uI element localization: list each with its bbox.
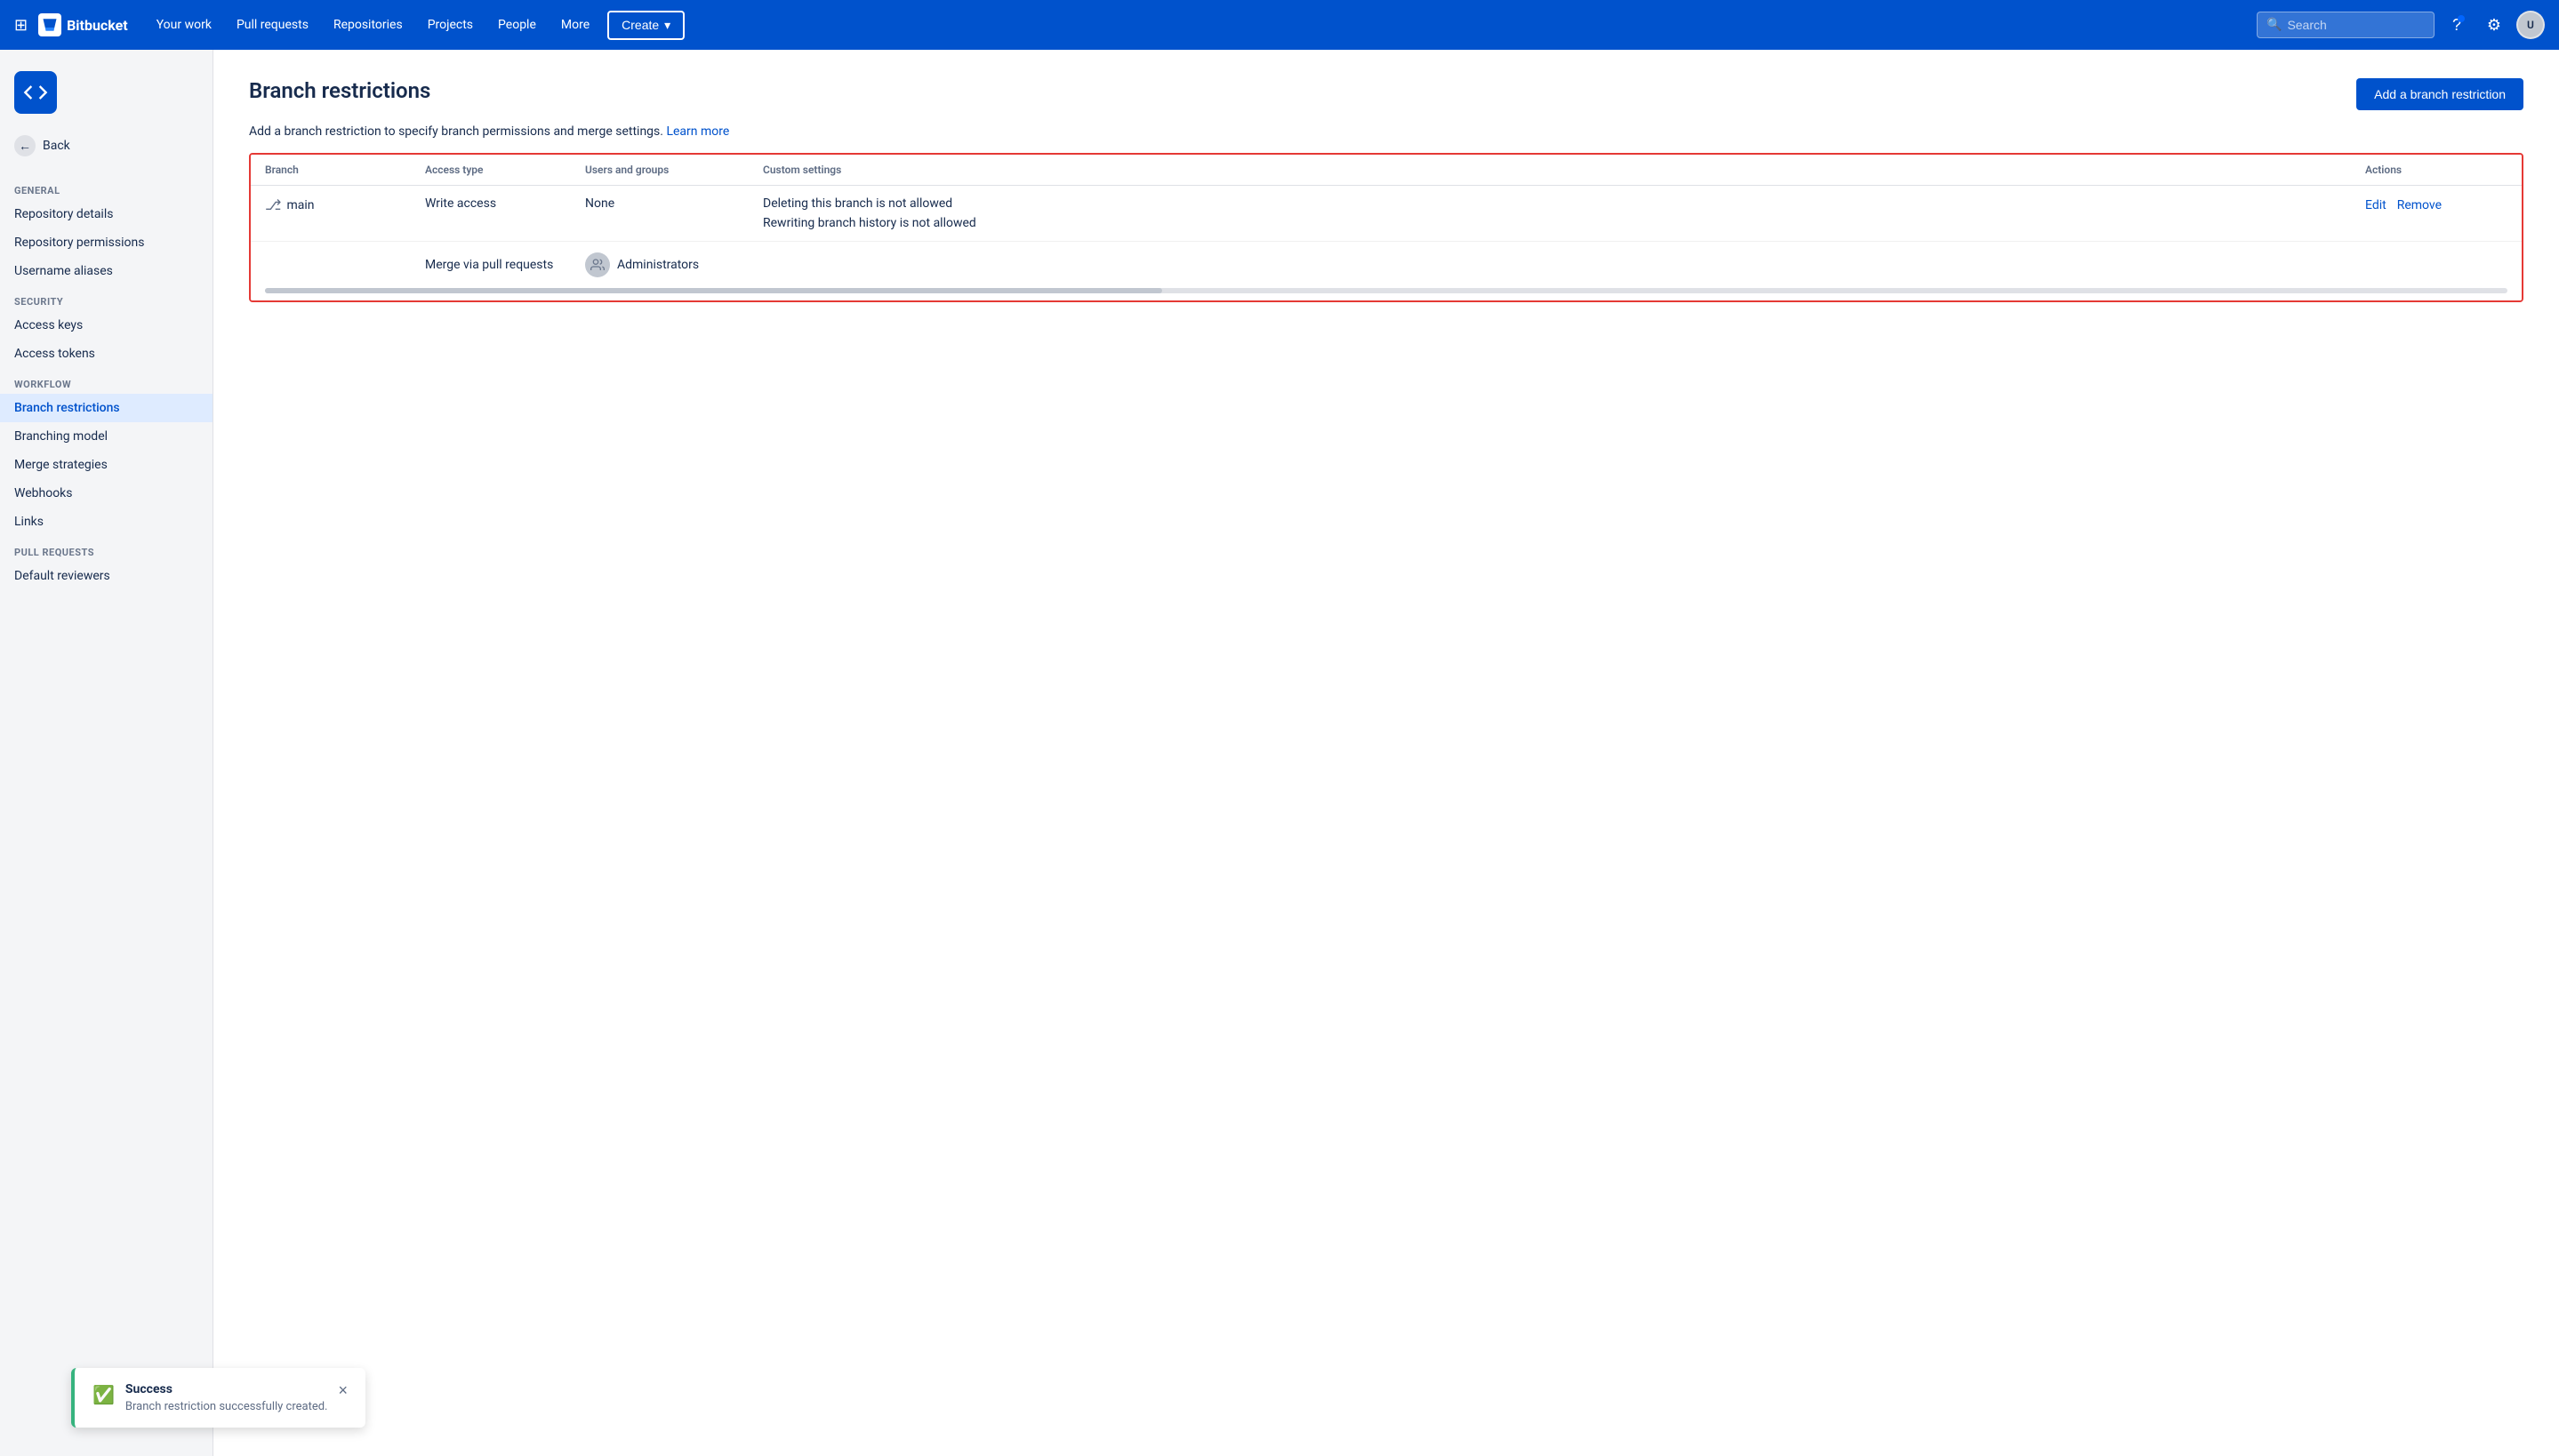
branch-icon: ⎇ xyxy=(265,196,281,213)
page-header: Branch restrictions Add a branch restric… xyxy=(249,78,2523,110)
search-box[interactable]: 🔍 xyxy=(2257,12,2435,38)
page-description: Add a branch restriction to specify bran… xyxy=(249,124,2523,139)
app-layout: ← Back GENERAL Repository details Reposi… xyxy=(0,50,2559,1456)
navbar: ⊞ Bitbucket Your work Pull requests Repo… xyxy=(0,0,2559,50)
users-groups-write: None xyxy=(585,196,763,211)
nav-more[interactable]: More xyxy=(550,11,600,39)
custom-settings-cell: Deleting this branch is not allowed Rewr… xyxy=(763,196,2365,230)
search-icon: 🔍 xyxy=(2266,18,2282,32)
section-label-security: SECURITY xyxy=(0,285,213,311)
toast-message: Branch restriction successfully created. xyxy=(125,1400,328,1413)
access-type-merge: Merge via pull requests xyxy=(425,258,585,272)
col-access-type: Access type xyxy=(425,164,585,176)
section-label-pull-requests: PULL REQUESTS xyxy=(0,536,213,562)
back-button[interactable]: ← Back xyxy=(0,128,213,164)
sidebar-item-branch-restrictions[interactable]: Branch restrictions xyxy=(0,394,213,422)
logo-icon xyxy=(38,13,61,36)
back-label: Back xyxy=(43,139,70,153)
nav-repositories[interactable]: Repositories xyxy=(323,11,413,39)
sidebar-item-branching-model[interactable]: Branching model xyxy=(0,422,213,451)
group-icon xyxy=(585,252,610,277)
access-type-write: Write access xyxy=(425,196,585,211)
learn-more-link[interactable]: Learn more xyxy=(666,124,729,139)
logo[interactable]: Bitbucket xyxy=(38,13,128,36)
remove-link[interactable]: Remove xyxy=(2397,198,2442,212)
add-branch-restriction-button[interactable]: Add a branch restriction xyxy=(2356,78,2523,110)
group-cell: Administrators xyxy=(585,252,763,277)
toast-success-icon: ✅ xyxy=(92,1384,115,1405)
edit-link[interactable]: Edit xyxy=(2365,198,2387,212)
nav-projects[interactable]: Projects xyxy=(417,11,484,39)
create-button[interactable]: Create ▾ xyxy=(607,11,685,40)
help-button[interactable]: ? xyxy=(2442,10,2472,40)
main-content: Branch restrictions Add a branch restric… xyxy=(213,50,2559,1456)
chevron-down-icon: ▾ xyxy=(664,18,670,33)
actions-cell: Edit Remove xyxy=(2365,196,2507,212)
sidebar-item-links[interactable]: Links xyxy=(0,508,213,536)
nav-pull-requests[interactable]: Pull requests xyxy=(226,11,319,39)
toast-title: Success xyxy=(125,1382,328,1396)
sidebar-item-repo-permissions[interactable]: Repository permissions xyxy=(0,228,213,257)
table-row: ⎇ main Write access None Deleting this b… xyxy=(251,186,2522,242)
settings-button[interactable]: ⚙ xyxy=(2479,10,2509,40)
sidebar: ← Back GENERAL Repository details Reposi… xyxy=(0,50,213,1456)
col-users-groups: Users and groups xyxy=(585,164,763,176)
section-label-workflow: WORKFLOW xyxy=(0,368,213,394)
page-title: Branch restrictions xyxy=(249,78,430,103)
col-branch: Branch xyxy=(265,164,425,176)
sidebar-item-webhooks[interactable]: Webhooks xyxy=(0,479,213,508)
grid-icon[interactable]: ⊞ xyxy=(14,16,28,35)
toast-close-button[interactable]: × xyxy=(338,1382,348,1398)
gear-icon: ⚙ xyxy=(2487,16,2501,35)
sidebar-item-merge-strategies[interactable]: Merge strategies xyxy=(0,451,213,479)
col-actions: Actions xyxy=(2365,164,2507,176)
custom-setting-1: Deleting this branch is not allowed xyxy=(763,196,2365,211)
main-nav: Your work Pull requests Repositories Pro… xyxy=(146,11,686,40)
restrictions-table: Branch Access type Users and groups Cust… xyxy=(249,153,2523,302)
scrollbar-track xyxy=(265,288,2507,293)
sidebar-item-default-reviewers[interactable]: Default reviewers xyxy=(0,562,213,590)
table-header: Branch Access type Users and groups Cust… xyxy=(251,155,2522,186)
branch-cell: ⎇ main xyxy=(265,196,425,213)
sidebar-item-username-aliases[interactable]: Username aliases xyxy=(0,257,213,285)
nav-people[interactable]: People xyxy=(487,11,547,39)
merge-row: Merge via pull requests Administrators xyxy=(251,242,2522,288)
sidebar-item-repo-details[interactable]: Repository details xyxy=(0,200,213,228)
branch-name: main xyxy=(286,198,314,212)
sidebar-item-access-keys[interactable]: Access keys xyxy=(0,311,213,340)
custom-setting-2: Rewriting branch history is not allowed xyxy=(763,216,2365,230)
toast-notification: ✅ Success Branch restriction successfull… xyxy=(71,1368,365,1428)
sidebar-item-access-tokens[interactable]: Access tokens xyxy=(0,340,213,368)
scrollbar-row[interactable] xyxy=(251,288,2522,300)
scrollbar-thumb xyxy=(265,288,1162,293)
toast-content: Success Branch restriction successfully … xyxy=(125,1382,328,1413)
repo-icon xyxy=(14,71,57,114)
col-custom-settings: Custom settings xyxy=(763,164,2365,176)
section-label-general: GENERAL xyxy=(0,174,213,200)
back-icon: ← xyxy=(14,135,36,156)
nav-your-work[interactable]: Your work xyxy=(146,11,222,39)
group-name: Administrators xyxy=(617,258,699,272)
avatar[interactable]: U xyxy=(2516,11,2545,39)
search-input[interactable] xyxy=(2287,18,2411,32)
